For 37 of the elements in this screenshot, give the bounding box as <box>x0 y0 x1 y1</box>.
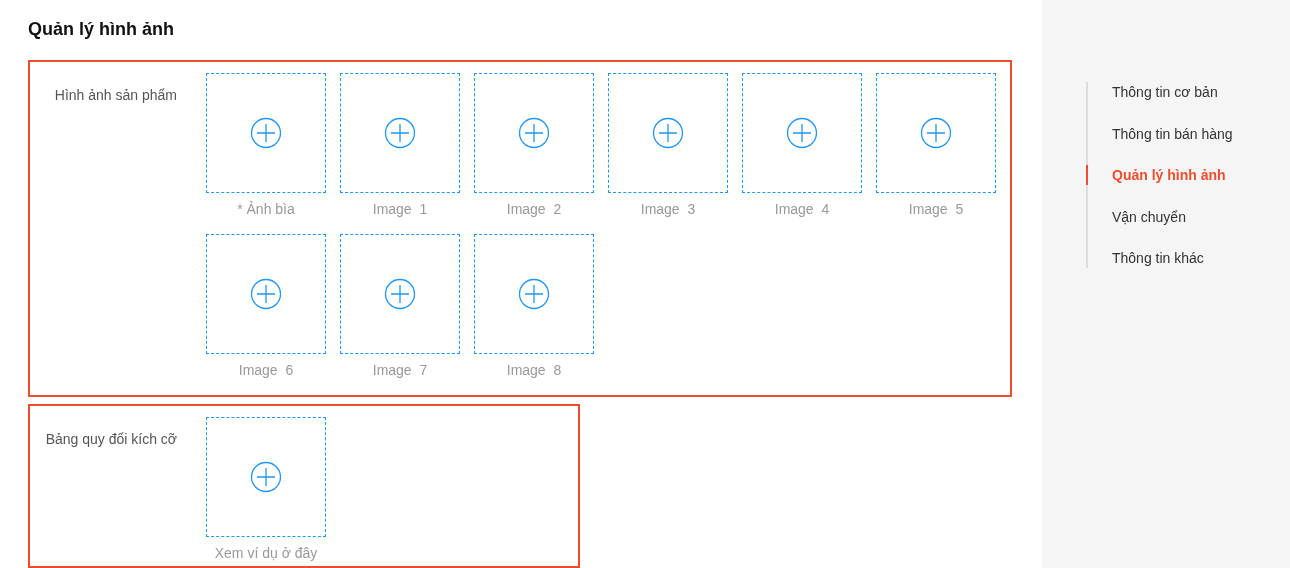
image-upload-slot[interactable] <box>474 73 594 193</box>
image-upload-slot[interactable] <box>340 73 460 193</box>
slot-caption: * Ảnh bìa <box>237 200 295 219</box>
slot-caption: Image 7 <box>372 361 428 380</box>
image-upload-slot[interactable] <box>340 234 460 354</box>
nav-link[interactable]: Thông tin bán hàng <box>1086 123 1290 144</box>
slot-caption: Image 8 <box>506 361 562 380</box>
image-upload-slot[interactable] <box>608 73 728 193</box>
add-icon <box>786 117 818 149</box>
slot-caption: Image 3 <box>640 200 696 219</box>
nav-link[interactable]: Thông tin cơ bản <box>1086 82 1290 102</box>
add-icon <box>518 117 550 149</box>
add-icon <box>250 117 282 149</box>
add-icon <box>250 461 282 493</box>
nav-link[interactable]: Vận chuyển <box>1086 206 1290 227</box>
add-icon <box>384 278 416 310</box>
image-upload-slot[interactable] <box>876 73 996 193</box>
add-icon <box>250 278 282 310</box>
add-icon <box>384 117 416 149</box>
image-upload-slot[interactable] <box>206 417 326 537</box>
page-title: Quản lý hình ảnh <box>28 18 175 41</box>
image-upload-slot[interactable] <box>206 73 326 193</box>
add-icon <box>920 117 952 149</box>
slot-caption: Image 6 <box>238 361 294 380</box>
add-icon <box>652 117 684 149</box>
section-label: Bảng quy đổi kích cỡ <box>44 430 177 449</box>
nav-link[interactable]: Thông tin khác <box>1086 248 1290 268</box>
slot-caption: Xem ví dụ ở đây <box>214 544 318 563</box>
image-upload-slot[interactable] <box>742 73 862 193</box>
slot-caption: Image 2 <box>506 200 562 219</box>
image-upload-slot[interactable] <box>206 234 326 354</box>
section-label: Hình ảnh sản phẩm <box>53 86 177 105</box>
add-icon <box>518 278 550 310</box>
image-upload-slot[interactable] <box>474 234 594 354</box>
slot-caption: Image 4 <box>774 200 830 219</box>
slot-caption: Image 1 <box>372 200 428 219</box>
slot-caption: Image 5 <box>908 200 964 219</box>
